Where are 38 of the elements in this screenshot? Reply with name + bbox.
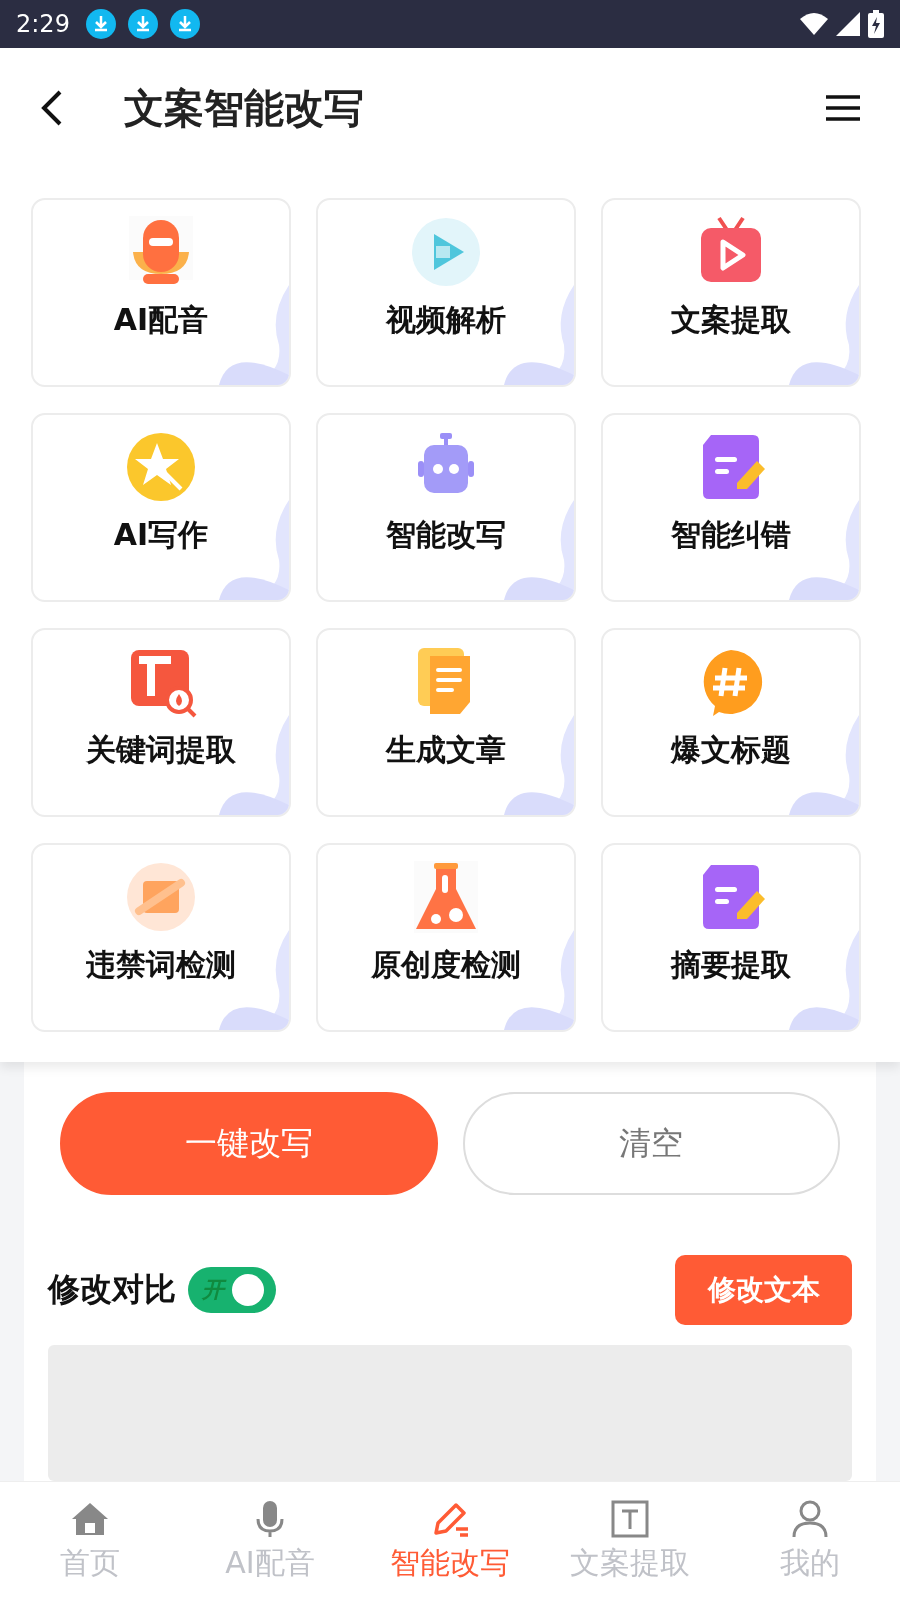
compare-label: 修改对比 <box>48 1269 176 1310</box>
back-icon[interactable] <box>40 90 64 126</box>
tool-tile[interactable]: 原创度检测 <box>316 843 576 1032</box>
page-title: 文案智能改写 <box>124 83 364 133</box>
tool-label: 关键词提取 <box>86 731 236 769</box>
tool-tile[interactable]: 视频解析 <box>316 198 576 387</box>
tool-tile[interactable]: 爆文标题 <box>601 628 861 817</box>
battery-icon <box>868 10 884 38</box>
tool-tile[interactable]: 摘要提取 <box>601 843 861 1032</box>
download-icon <box>127 9 158 39</box>
download-icon <box>169 9 200 39</box>
wifi-icon <box>800 13 828 35</box>
tool-label: 文案提取 <box>671 301 791 339</box>
menu-icon[interactable] <box>826 95 860 121</box>
tool-tile[interactable]: 关键词提取 <box>31 628 291 817</box>
tool-tile[interactable]: 文案提取 <box>601 198 861 387</box>
tool-label: 智能纠错 <box>671 516 791 554</box>
tool-label: AI写作 <box>113 516 209 554</box>
tool-tile[interactable]: AI配音 <box>31 198 291 387</box>
tool-label: AI配音 <box>113 301 209 339</box>
tool-tile[interactable]: 违禁词检测 <box>31 843 291 1032</box>
tool-label: 爆文标题 <box>671 731 791 769</box>
text-box-icon <box>610 1498 650 1539</box>
status-time: 2:29 <box>16 10 70 38</box>
tool-tile[interactable]: 智能改写 <box>316 413 576 602</box>
clear-button[interactable]: 清空 <box>462 1092 840 1195</box>
person-icon <box>790 1498 830 1539</box>
tool-label: 摘要提取 <box>671 946 791 984</box>
tool-label: 智能改写 <box>386 516 506 554</box>
signal-icon <box>836 12 860 36</box>
tool-tile[interactable]: AI写作 <box>31 413 291 602</box>
tool-tile[interactable]: 智能纠错 <box>601 413 861 602</box>
tool-label: 原创度检测 <box>371 946 521 984</box>
download-icon <box>85 9 116 39</box>
tool-label: 视频解析 <box>386 301 506 339</box>
tool-label: 违禁词检测 <box>86 946 236 984</box>
tool-tile[interactable]: 生成文章 <box>316 628 576 817</box>
tool-label: 生成文章 <box>386 731 506 769</box>
